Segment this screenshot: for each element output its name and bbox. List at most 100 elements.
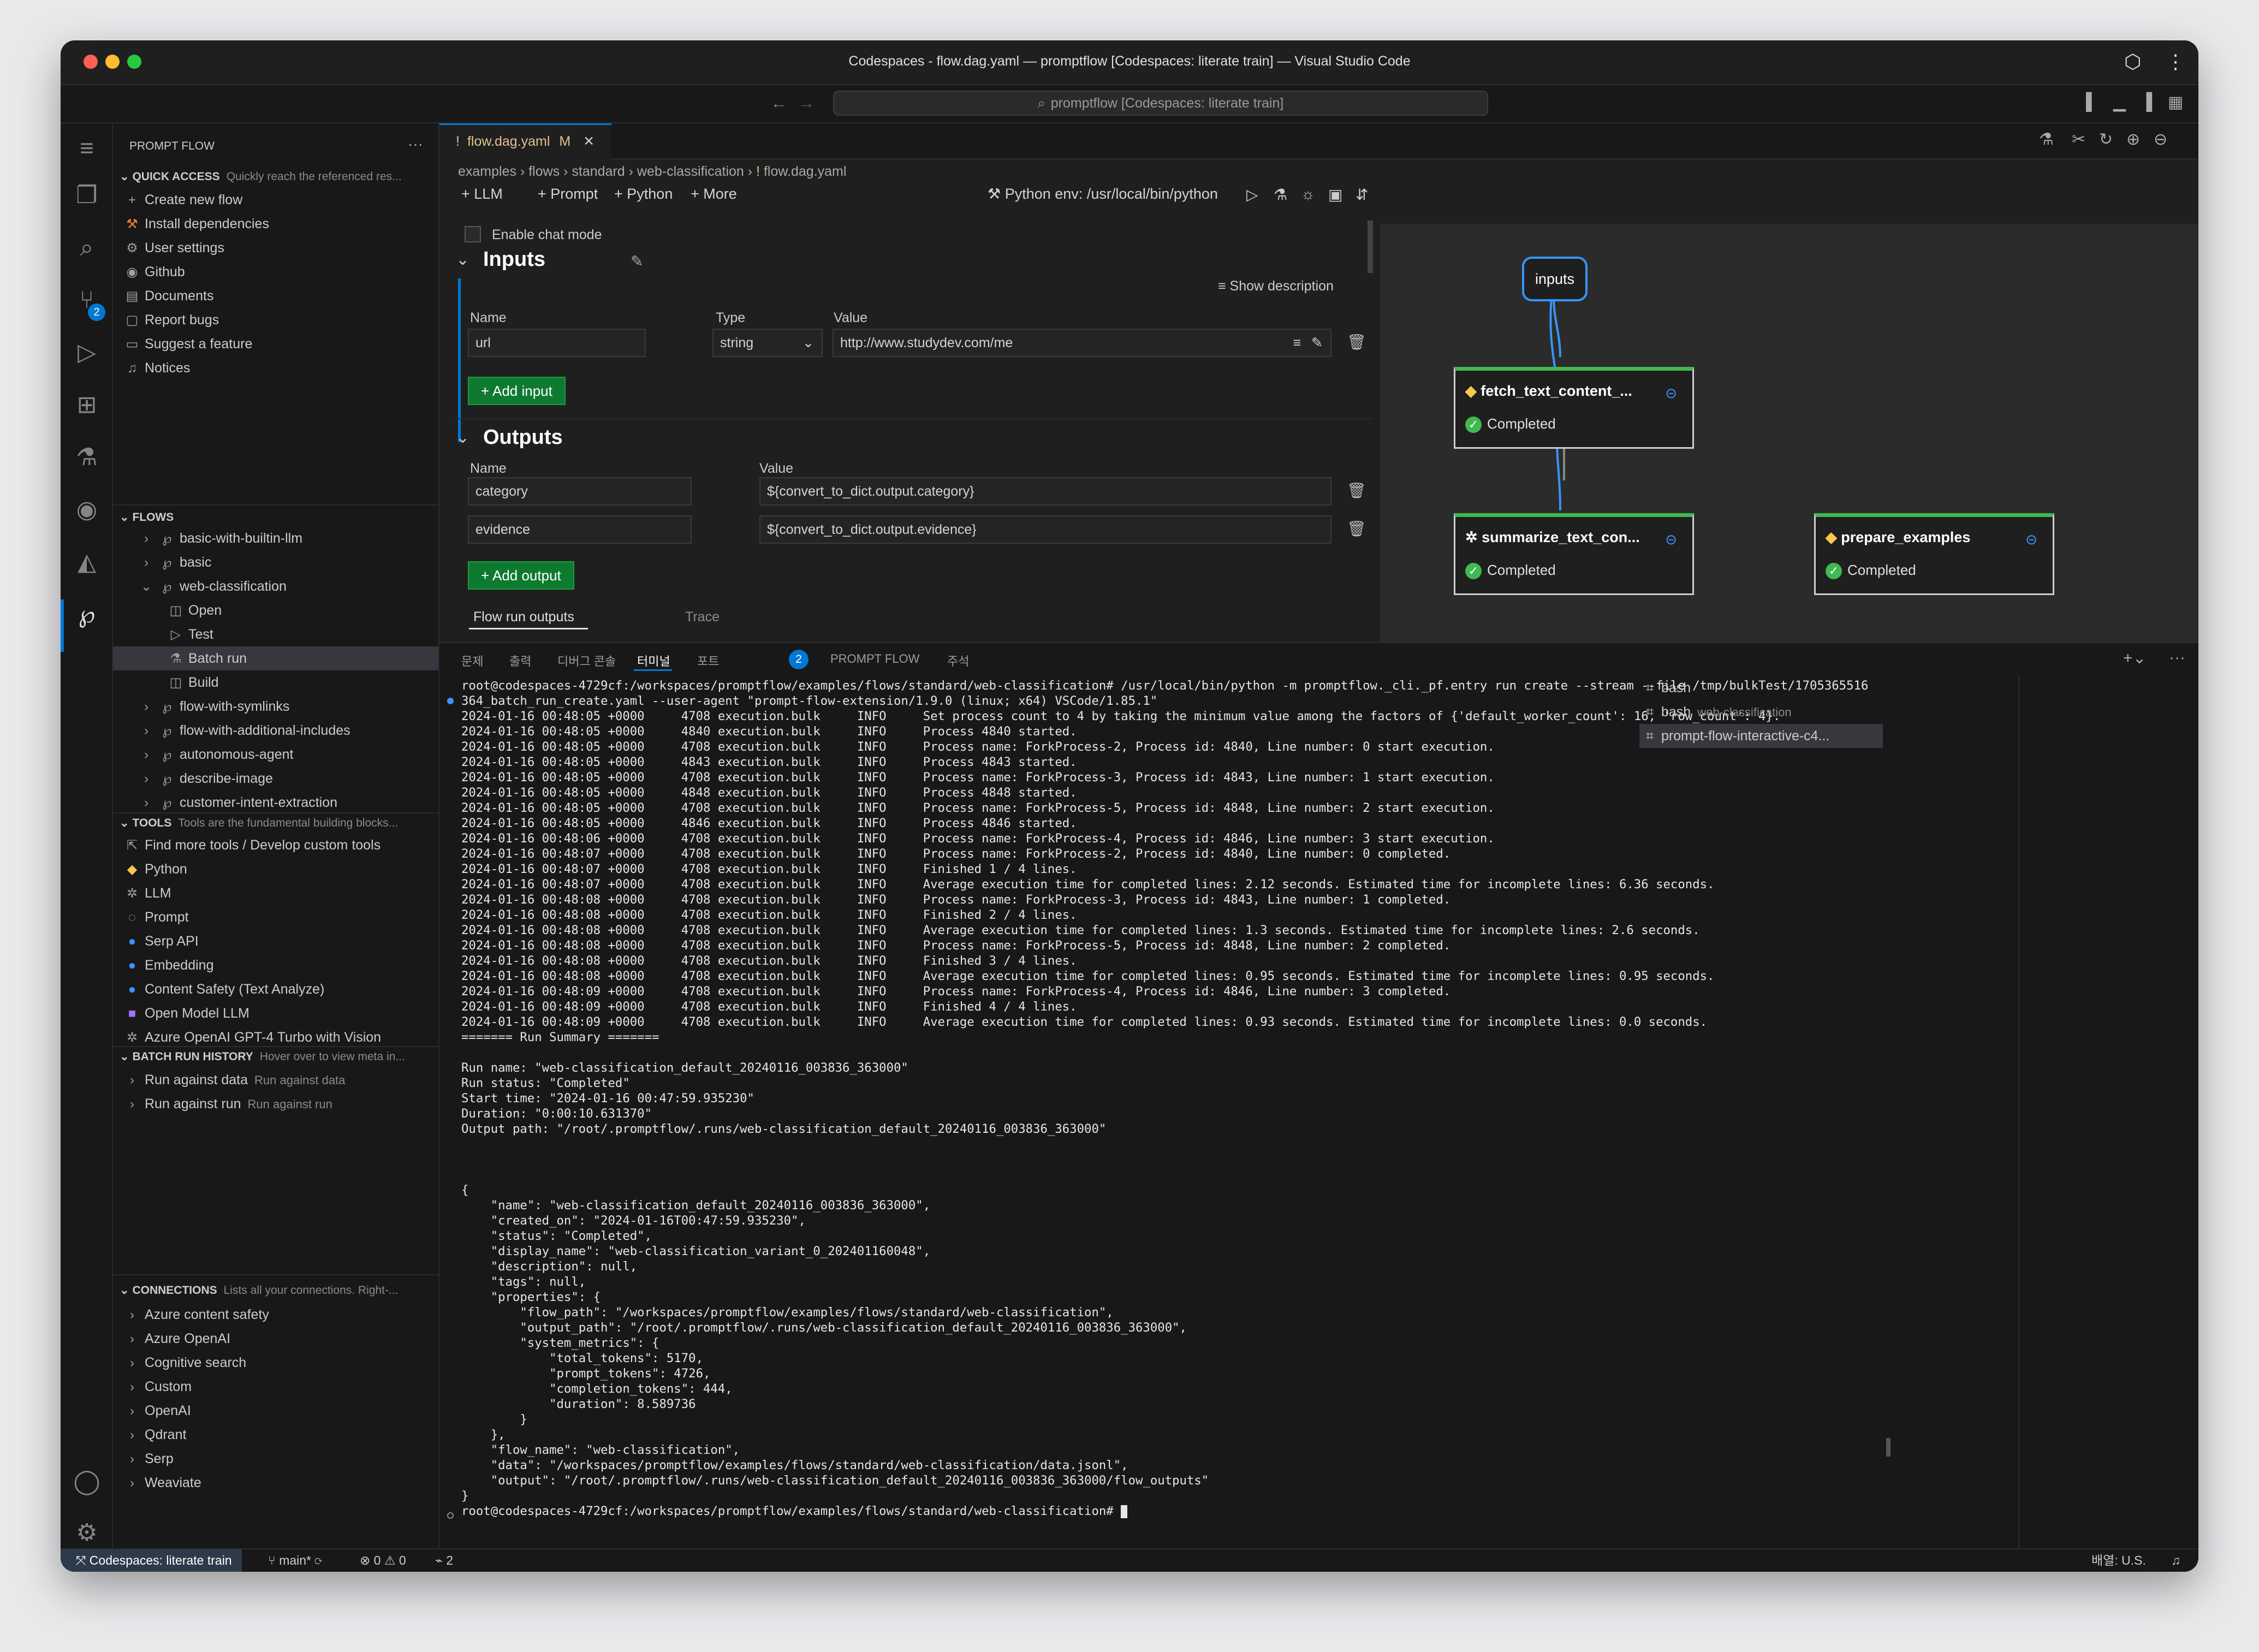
close-icon[interactable]: ✕	[583, 134, 595, 149]
link-icon[interactable]: ⊝	[2025, 531, 2037, 548]
back-arrow-icon[interactable]: ←	[770, 93, 788, 113]
flow-item[interactable]: › ℘ basic	[113, 550, 438, 574]
quick-access-item[interactable]: ⚙ User settings	[113, 236, 438, 260]
flow-subitem-batch-run[interactable]: ⚗ Batch run	[113, 646, 438, 670]
quick-access-item[interactable]: ♫ Notices	[113, 356, 438, 380]
github-icon[interactable]: ◉	[72, 495, 102, 525]
tab-debug-console[interactable]: 디버그 콘솔	[557, 652, 616, 669]
tab-prompt-flow[interactable]: PROMPT FLOW	[830, 652, 919, 666]
tool-item[interactable]: ● Embedding	[113, 953, 438, 977]
zoom-out-icon[interactable]: ⊖	[2154, 130, 2167, 149]
list-icon[interactable]: ≡	[1293, 330, 1301, 356]
quick-access-header[interactable]: ⌄ QUICK ACCESS Quickly reach the referenc…	[113, 166, 438, 188]
flow-item[interactable]: › ℘ describe-image	[113, 766, 438, 791]
scrollbar[interactable]	[1368, 221, 1373, 273]
toggle-sidebar-icon[interactable]: ▌	[2086, 93, 2097, 111]
extensions-icon[interactable]: ⊞	[72, 390, 102, 420]
quick-access-item[interactable]: ⚒ Install dependencies	[113, 212, 438, 236]
tab-flow-dag-yaml[interactable]: ! flow.dag.yaml M ✕	[439, 123, 611, 159]
flow-subitem-open[interactable]: ◫ Open	[113, 598, 438, 622]
flow-item[interactable]: › ℘ flow-with-additional-includes	[113, 718, 438, 742]
link-icon[interactable]: ⊝	[1665, 385, 1677, 402]
ports-indicator[interactable]: ⌁ 2	[435, 1549, 453, 1572]
graph-node-prepare-examples[interactable]: ◆ prepare_examples ⊝ ✓ Completed	[1814, 513, 2054, 595]
quick-access-item[interactable]: ◉ Github	[113, 260, 438, 284]
search-icon[interactable]: ⌕	[72, 233, 102, 263]
tab-terminal[interactable]: 터미널	[637, 652, 670, 669]
flow-subitem-build[interactable]: ◫ Build	[113, 670, 438, 694]
tab-trace[interactable]: Trace	[685, 609, 720, 625]
batch-run-icon[interactable]: ⚗	[1274, 186, 1287, 204]
tab-problems[interactable]: 문제	[461, 652, 483, 669]
testing-flask-icon[interactable]: ⚗	[72, 442, 102, 473]
tab-ports[interactable]: 포트	[697, 652, 719, 669]
batch-history-header[interactable]: ⌄ BATCH RUN HISTORY Hover over to view me…	[113, 1046, 438, 1068]
link-icon[interactable]: ⊝	[1665, 531, 1677, 548]
layout-icon[interactable]: ▣	[1328, 186, 1342, 204]
connection-item[interactable]: › Serp	[113, 1447, 438, 1471]
connection-item[interactable]: › Cognitive search	[113, 1351, 438, 1375]
breadcrumb-item[interactable]: examples	[458, 164, 516, 179]
delete-output-trash-icon[interactable]: 🗑	[1347, 520, 1366, 538]
quick-access-item[interactable]: ▤ Documents	[113, 284, 438, 308]
connection-item[interactable]: › Custom	[113, 1375, 438, 1399]
delete-input-trash-icon[interactable]: 🗑	[1347, 333, 1366, 351]
tab-flow-run-outputs[interactable]: Flow run outputs	[473, 609, 574, 625]
export-icon[interactable]: ⇵	[1356, 186, 1368, 204]
chat-mode-checkbox[interactable]	[465, 226, 481, 242]
add-more-button[interactable]: + More	[691, 186, 737, 203]
connection-item[interactable]: › Azure OpenAI	[113, 1327, 438, 1351]
refresh-icon[interactable]: ↻	[2099, 130, 2113, 149]
output-value-field[interactable]: ${convert_to_dict.output.category}	[759, 477, 1331, 506]
tool-item[interactable]: ◆ Python	[113, 857, 438, 881]
breadcrumb-item[interactable]: web-classification	[637, 164, 744, 179]
tool-item[interactable]: ● Serp API	[113, 929, 438, 953]
bell-icon[interactable]: ♫	[2171, 1549, 2180, 1572]
zoom-in-icon[interactable]: ⊕	[2126, 130, 2140, 149]
tool-item[interactable]: ■ Open Model LLM	[113, 1001, 438, 1025]
chevron-down-icon[interactable]: ⌄	[456, 250, 469, 269]
breadcrumb-item[interactable]: flow.dag.yaml	[764, 164, 846, 179]
breadcrumb-item[interactable]: standard	[572, 164, 625, 179]
show-description-button[interactable]: ≡ Show description	[1218, 278, 1334, 294]
quick-access-item[interactable]: ▭ Suggest a feature	[113, 332, 438, 356]
run-debug-icon[interactable]: ▷	[72, 337, 102, 368]
branch-indicator[interactable]: ⑂ main* ⟳	[268, 1549, 322, 1572]
breadcrumb-item[interactable]: flows	[528, 164, 560, 179]
terminal[interactable]: root@codespaces-4729cf:/workspaces/promp…	[439, 676, 1875, 1549]
python-env-selector[interactable]: ⚒ Python env: /usr/local/bin/python	[988, 186, 1218, 203]
graph-node-summarize-text-content[interactable]: ✲ summarize_text_con... ⊝ ✓ Completed	[1454, 513, 1694, 595]
tab-output[interactable]: 출력	[509, 652, 531, 669]
flows-header[interactable]: ⌄ FLOWS	[113, 507, 438, 528]
terminal-list-item[interactable]: ⌗ bash	[1639, 676, 1883, 700]
azure-icon[interactable]: ◭	[72, 547, 102, 578]
add-output-button[interactable]: + Add output	[468, 561, 574, 590]
batch-history-item[interactable]: › Run against run Run against run	[113, 1092, 438, 1116]
run-icon[interactable]: ▷	[1246, 186, 1258, 204]
flow-item[interactable]: › ℘ flow-with-symlinks	[113, 694, 438, 718]
connections-header[interactable]: ⌄ CONNECTIONS Lists all your connections.…	[113, 1280, 438, 1302]
tool-item[interactable]: ✲ LLM	[113, 881, 438, 905]
menu-icon[interactable]: ≡	[72, 133, 102, 164]
chevron-down-icon[interactable]: ⌄	[456, 428, 469, 447]
flow-subitem-test[interactable]: ▷ Test	[113, 622, 438, 646]
flow-item[interactable]: › ℘ autonomous-agent	[113, 742, 438, 766]
command-center-search[interactable]: ⌕ promptflow [Codespaces: literate train]	[833, 91, 1488, 116]
more-actions-icon[interactable]: ···	[408, 135, 423, 153]
gear-icon[interactable]: ⚙	[72, 1518, 102, 1548]
tools-icon[interactable]: ✂	[2072, 130, 2085, 149]
tab-comments[interactable]: 주석	[947, 652, 969, 669]
quick-access-item[interactable]: ▢ Report bugs	[113, 308, 438, 332]
graph-node-fetch-text-content[interactable]: ◆ fetch_text_content_... ⊝ ✓ Completed	[1454, 367, 1694, 449]
explorer-icon[interactable]: ❐	[72, 180, 102, 211]
flask-icon[interactable]: ⚗	[2039, 130, 2054, 149]
terminal-scrollbar[interactable]	[1886, 1438, 1891, 1457]
connection-item[interactable]: › Weaviate	[113, 1471, 438, 1495]
batch-history-item[interactable]: › Run against data Run against data	[113, 1068, 438, 1092]
connection-item[interactable]: › Azure content safety	[113, 1303, 438, 1327]
new-terminal-plus-icon[interactable]: +⌄	[2123, 649, 2147, 668]
tool-item[interactable]: ◌ Prompt	[113, 905, 438, 929]
add-prompt-button[interactable]: + Prompt	[538, 186, 598, 203]
output-name-field[interactable]: evidence	[468, 515, 692, 544]
edit-pencil-icon[interactable]: ✎	[631, 252, 643, 270]
